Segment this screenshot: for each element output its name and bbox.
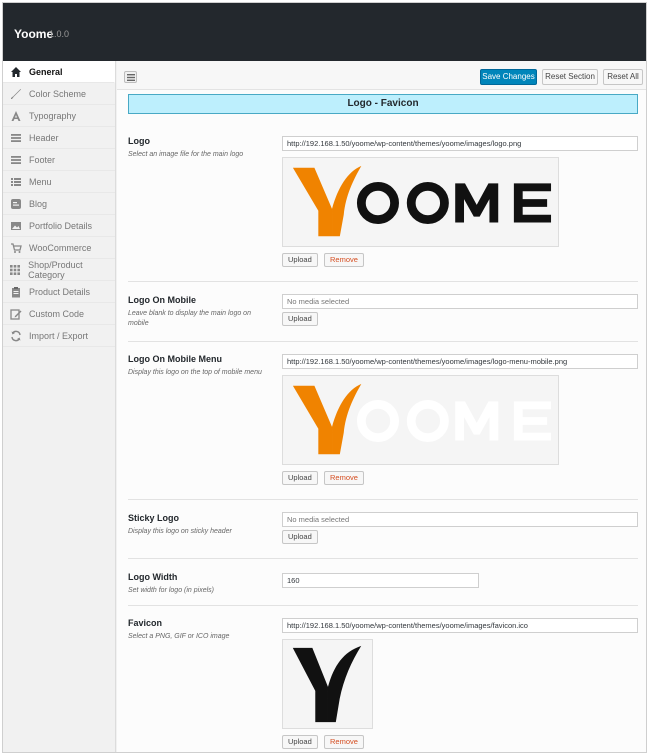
field-divider <box>128 341 638 342</box>
yoome-logo-image <box>292 165 552 237</box>
grid-icon <box>9 263 21 276</box>
field-description: Select an image file for the main logo <box>128 151 244 158</box>
field-label: Logo On Mobile <box>128 295 196 305</box>
sticky-logo-url-input[interactable]: No media selected <box>282 512 638 527</box>
cart-icon <box>9 241 22 254</box>
sidebar-item-label: General <box>29 66 63 77</box>
field-description: Display this logo on sticky header <box>128 528 232 535</box>
field-label: Favicon <box>128 618 163 628</box>
reset-all-button[interactable]: Reset All <box>603 69 643 85</box>
sidebar-item-general[interactable]: General <box>3 61 115 83</box>
image-icon <box>9 219 22 232</box>
sidebar-item-product-details[interactable]: Product Details <box>3 281 115 303</box>
logo-mobile-menu-url-input[interactable]: http://192.168.1.50/yoome/wp-content/the… <box>282 354 638 369</box>
sidebar-item-blog[interactable]: Blog <box>3 193 115 215</box>
sidebar-item-label: Blog <box>29 198 48 209</box>
top-bar: Yoome 1.0.0 <box>3 3 646 61</box>
field-description: Set width for logo (in pixels) <box>128 587 214 594</box>
favicon-upload-button[interactable]: Upload <box>282 735 318 749</box>
edit-icon <box>9 307 22 320</box>
logo-width-input[interactable]: 160 <box>282 573 479 588</box>
sticky-logo-upload-button[interactable]: Upload <box>282 530 318 544</box>
field-divider <box>128 558 638 559</box>
logo-mobile-menu-remove-button[interactable]: Remove <box>324 471 364 485</box>
reset-section-button[interactable]: Reset Section <box>542 69 598 85</box>
sidebar: General Color Scheme Typography Header F… <box>3 61 116 752</box>
yoome-favicon-image <box>292 645 362 723</box>
main-content: Save Changes Reset Section Reset All Log… <box>117 61 646 752</box>
sidebar-item-label: Custom Code <box>29 308 85 319</box>
logo-mobile-upload-button[interactable]: Upload <box>282 312 318 326</box>
logo-preview-image <box>282 157 559 247</box>
field-divider <box>128 281 638 282</box>
sidebar-item-label: WooCommerce <box>29 242 92 253</box>
app-version: 1.0.0 <box>49 29 70 39</box>
header-menu-icon <box>9 131 22 144</box>
save-changes-button[interactable]: Save Changes <box>480 69 537 85</box>
sidebar-item-label: Footer <box>29 154 56 165</box>
list-view-icon <box>127 74 135 81</box>
logo-upload-button[interactable]: Upload <box>282 253 318 267</box>
field-label: Sticky Logo <box>128 513 180 523</box>
field-description: Select a PNG, GIF or ICO image <box>128 633 230 640</box>
blog-icon <box>9 197 22 210</box>
field-label: Logo On Mobile Menu <box>128 354 222 364</box>
sidebar-item-portfolio-details[interactable]: Portfolio Details <box>3 215 115 237</box>
logo-mobile-menu-upload-button[interactable]: Upload <box>282 471 318 485</box>
sidebar-item-menu[interactable]: Menu <box>3 171 115 193</box>
footer-menu-icon <box>9 153 22 166</box>
sidebar-item-header[interactable]: Header <box>3 127 115 149</box>
sidebar-item-shop-product-category[interactable]: Shop/Product Category <box>3 259 115 281</box>
sidebar-item-label: Import / Export <box>29 330 89 341</box>
options-panel: Yoome 1.0.0 General Color Scheme Typogra… <box>2 2 647 753</box>
sidebar-item-footer[interactable]: Footer <box>3 149 115 171</box>
field-label: Logo <box>128 136 150 146</box>
sidebar-item-import-export[interactable]: Import / Export <box>3 325 115 347</box>
sidebar-item-label: Product Details <box>29 286 91 297</box>
logo-mobile-menu-preview-image <box>282 375 559 465</box>
expand-toggle-button[interactable] <box>124 71 137 83</box>
yoome-white-logo-image <box>292 383 552 455</box>
clipboard-icon <box>9 285 22 298</box>
toolbar: Save Changes Reset Section Reset All <box>117 61 646 90</box>
sidebar-item-label: Color Scheme <box>29 88 87 99</box>
sidebar-item-typography[interactable]: Typography <box>3 105 115 127</box>
favicon-remove-button[interactable]: Remove <box>324 735 364 749</box>
sidebar-item-color-scheme[interactable]: Color Scheme <box>3 83 115 105</box>
logo-url-input[interactable]: http://192.168.1.50/yoome/wp-content/the… <box>282 136 638 151</box>
section-title: Logo - Favicon <box>128 94 638 114</box>
sidebar-item-woocommerce[interactable]: WooCommerce <box>3 237 115 259</box>
logo-remove-button[interactable]: Remove <box>324 253 364 267</box>
list-icon <box>9 175 22 188</box>
home-icon <box>9 65 22 78</box>
typography-icon <box>9 109 22 122</box>
field-description: Display this logo on the top of mobile m… <box>128 369 262 376</box>
refresh-icon <box>9 329 22 342</box>
sidebar-item-label: Header <box>29 132 59 143</box>
brush-icon <box>9 87 22 100</box>
field-description: Leave blank to display the main logo on … <box>128 310 251 327</box>
sidebar-item-label: Portfolio Details <box>29 220 93 231</box>
sidebar-item-custom-code[interactable]: Custom Code <box>3 303 115 325</box>
sidebar-item-label: Typography <box>29 110 77 121</box>
field-divider <box>128 499 638 500</box>
field-label: Logo Width <box>128 572 178 582</box>
favicon-preview-image <box>282 639 373 729</box>
logo-mobile-url-input[interactable]: No media selected <box>282 294 638 309</box>
app-name: Yoome <box>14 27 54 41</box>
sidebar-item-label: Shop/Product Category <box>28 259 83 280</box>
sidebar-item-label: Menu <box>29 176 52 187</box>
field-divider <box>128 605 638 606</box>
favicon-url-input[interactable]: http://192.168.1.50/yoome/wp-content/the… <box>282 618 638 633</box>
